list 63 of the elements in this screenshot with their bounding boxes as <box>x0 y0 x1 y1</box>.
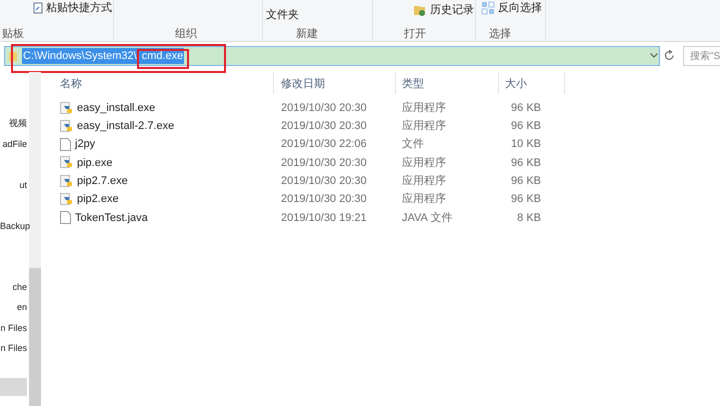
file-name[interactable]: easy_install-2.7.exe <box>77 118 174 135</box>
table-cell-text: 10 KB <box>510 137 541 152</box>
ribbon-group-label: 组织 <box>175 27 197 42</box>
search-field[interactable]: 搜索"S <box>683 46 720 66</box>
table-cell-text: 应用程序 <box>402 100 447 116</box>
file-icon <box>60 138 71 152</box>
python-file-icon <box>60 174 73 188</box>
table-cell-text: JAVA 文件 <box>402 210 454 226</box>
table-cell-text: 2019/10/30 22:06 <box>281 137 368 152</box>
refresh-icon[interactable] <box>664 50 675 61</box>
nav-item[interactable]: ut <box>0 177 27 195</box>
table-cell-text: 96 KB <box>510 192 541 208</box>
column-header[interactable]: 类型 <box>402 76 424 92</box>
nav-item[interactable]: Backup <box>0 218 30 236</box>
table-cell-text: 96 KB <box>510 100 541 116</box>
table-cell-text: 2019/10/30 20:30 <box>281 174 368 189</box>
ribbon-button[interactable]: 粘贴快捷方式 <box>33 1 112 15</box>
column-header[interactable]: 修改日期 <box>281 76 325 92</box>
ribbon-group-label: 打开 <box>404 27 426 42</box>
nav-item[interactable]: n Files <box>0 320 27 338</box>
file-icon <box>60 211 71 224</box>
scrollbar-thumb[interactable] <box>29 268 41 406</box>
file-name[interactable]: j2py <box>75 136 96 153</box>
ribbon-group-label: 贴板 <box>2 27 24 42</box>
table-cell-text: 96 KB <box>510 119 541 134</box>
file-name[interactable]: pip.exe <box>77 154 112 172</box>
table-cell-text: 文件 <box>402 136 425 152</box>
history-icon <box>413 3 427 17</box>
nav-item[interactable]: n Files <box>0 340 27 358</box>
ribbon-button[interactable]: 反向选择 <box>481 1 542 15</box>
nav-item[interactable]: 视频 <box>0 115 27 133</box>
table-cell-text: 应用程序 <box>402 174 447 189</box>
nav-item[interactable]: en <box>0 299 27 317</box>
python-file-icon <box>60 193 73 206</box>
file-name[interactable]: pip2.7.exe <box>77 172 128 190</box>
nav-item[interactable]: adFile <box>0 136 27 154</box>
file-name[interactable]: TokenTest.java <box>75 210 148 226</box>
column-header[interactable]: 名称 <box>60 76 82 92</box>
table-cell-text: 8 KB <box>516 210 541 226</box>
file-name[interactable]: easy_install.exe <box>77 100 156 116</box>
search-placeholder: 搜索"S <box>690 50 720 64</box>
nav-item[interactable]: che <box>0 279 27 297</box>
dropdown-caret-icon[interactable] <box>650 53 658 58</box>
python-file-icon <box>60 156 73 170</box>
ribbon-button[interactable]: 历史记录 <box>413 3 474 17</box>
python-file-icon <box>60 102 73 114</box>
address-path: C:\Windows\System32\ <box>22 48 137 64</box>
table-cell-text: 2019/10/30 20:30 <box>281 119 368 134</box>
table-cell-text: 2019/10/30 19:21 <box>281 210 368 226</box>
table-cell-text: 2019/10/30 20:30 <box>281 100 368 116</box>
ribbon-group-label: 新建 <box>296 26 318 42</box>
table-cell-text: 96 KB <box>510 174 541 189</box>
python-file-icon <box>60 120 73 133</box>
table-cell-text: 96 KB <box>510 156 541 171</box>
table-cell-text: 应用程序 <box>402 118 447 134</box>
ribbon-button[interactable]: 文件夹 <box>266 8 299 22</box>
table-cell-text: 应用程序 <box>402 156 447 171</box>
column-header[interactable]: 大小 <box>505 76 527 92</box>
table-cell-text: 2019/10/30 20:30 <box>281 192 368 208</box>
ribbon-group-label: 选择 <box>489 27 511 42</box>
table-cell-text: 2019/10/30 20:30 <box>281 156 368 171</box>
file-name[interactable]: pip2.exe <box>77 191 119 208</box>
table-cell-text: 应用程序 <box>402 192 447 208</box>
